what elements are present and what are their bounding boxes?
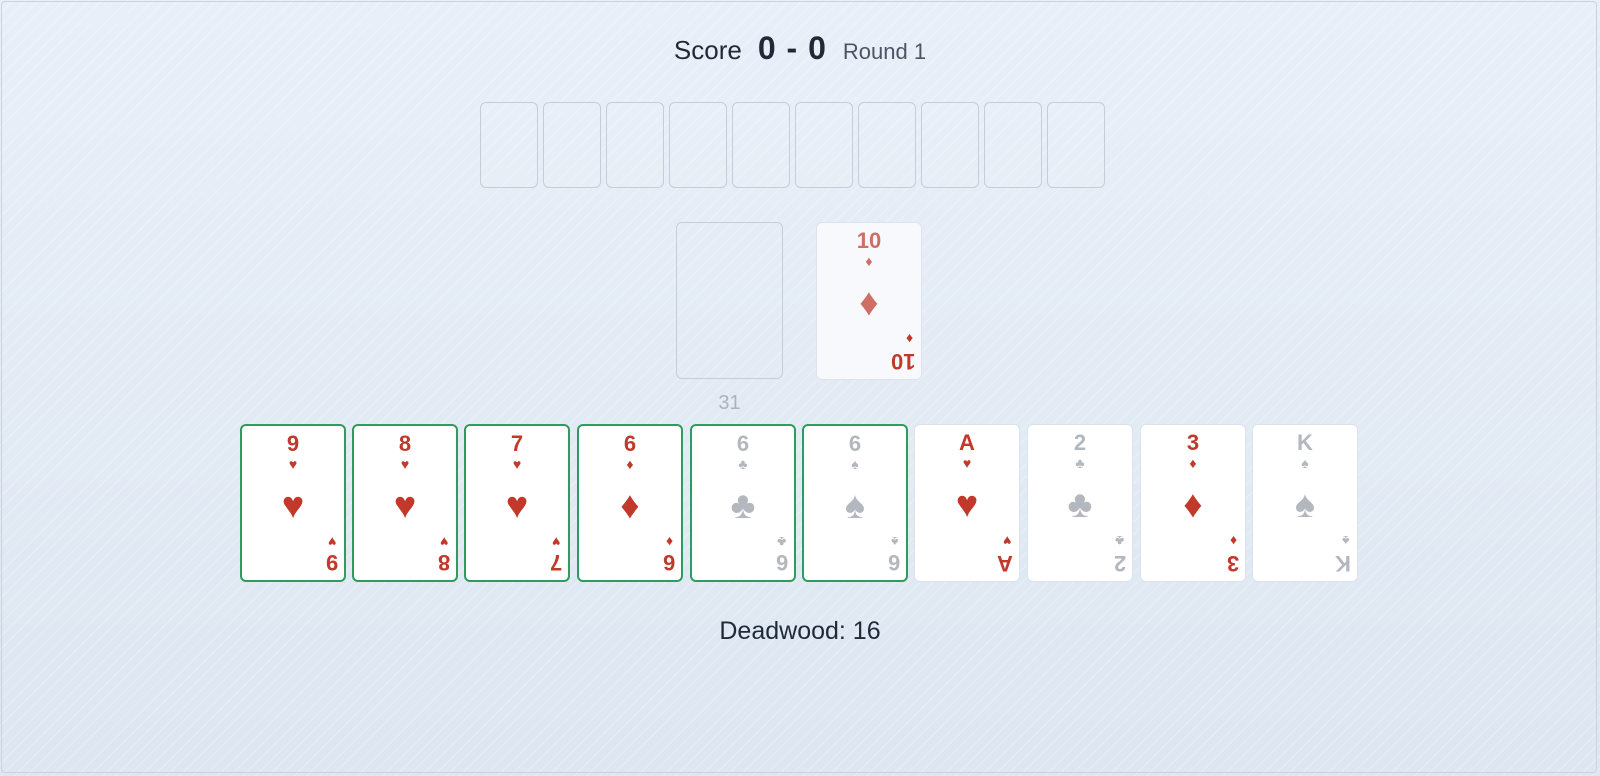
deadwood-count: Deadwood: 16 bbox=[719, 617, 881, 645]
card-rank: 7 bbox=[510, 431, 524, 456]
diamond-suit-icon: ♦ bbox=[1183, 484, 1203, 526]
stock-count: 31 bbox=[718, 392, 741, 414]
card-rank: 6 bbox=[848, 431, 862, 456]
card-rank-inverted: 8 bbox=[437, 550, 450, 575]
scoreboard: Score 0 - 0 Round 1 bbox=[0, 30, 1600, 78]
diamond-suit-icon: ♦ bbox=[665, 534, 673, 550]
diamond-suit-icon: ♦ bbox=[620, 485, 640, 527]
card-rank: 6 bbox=[736, 431, 750, 456]
spade-suit-icon: ♠ bbox=[1301, 455, 1309, 471]
opponent-hand bbox=[480, 102, 1105, 190]
hand-card[interactable]: A ♥ ♥ ♥ A bbox=[914, 424, 1020, 582]
score-value: 0 - 0 bbox=[757, 30, 827, 66]
opponent-card bbox=[732, 102, 790, 188]
club-suit-icon: ♣ bbox=[730, 485, 756, 527]
diamond-suit-icon: ♦ bbox=[905, 331, 913, 347]
card-rank: A bbox=[959, 430, 975, 455]
card-rank-inverted: 2 bbox=[1113, 551, 1126, 576]
spade-suit-icon: ♠ bbox=[851, 456, 859, 472]
card-rank: 8 bbox=[398, 431, 412, 456]
card-rank: 10 bbox=[856, 228, 882, 253]
hand-card[interactable]: 9 ♥ ♥ ♥ 9 bbox=[240, 424, 346, 582]
spade-suit-icon: ♠ bbox=[844, 485, 866, 527]
card-rank-inverted: 6 bbox=[662, 550, 675, 575]
opponent-card bbox=[1047, 102, 1105, 188]
opponent-card bbox=[543, 102, 601, 188]
card-rank-inverted: 10 bbox=[890, 349, 915, 374]
heart-suit-icon: ♥ bbox=[327, 534, 336, 550]
club-suit-icon: ♣ bbox=[776, 534, 786, 550]
club-suit-icon: ♣ bbox=[1067, 484, 1093, 526]
diamond-suit-icon: ♦ bbox=[626, 456, 634, 472]
hand-card[interactable]: 6 ♣ ♣ ♣ 6 bbox=[690, 424, 796, 582]
heart-suit-icon: ♥ bbox=[551, 534, 560, 550]
opponent-card bbox=[480, 102, 538, 188]
club-suit-icon: ♣ bbox=[738, 456, 748, 472]
opponent-card bbox=[984, 102, 1042, 188]
hand-card[interactable]: 7 ♥ ♥ ♥ 7 bbox=[464, 424, 570, 582]
round-label: Round 1 bbox=[842, 39, 927, 64]
card-rank-inverted: 6 bbox=[887, 550, 900, 575]
club-suit-icon: ♣ bbox=[1114, 533, 1124, 549]
diamond-suit-icon: ♦ bbox=[1229, 533, 1237, 549]
card-rank-inverted: A bbox=[997, 551, 1013, 576]
heart-suit-icon: ♥ bbox=[1002, 533, 1011, 549]
opponent-card bbox=[795, 102, 853, 188]
heart-suit-icon: ♥ bbox=[281, 485, 305, 527]
opponent-card bbox=[669, 102, 727, 188]
heart-suit-icon: ♥ bbox=[505, 485, 529, 527]
diamond-suit-icon: ♦ bbox=[1189, 455, 1197, 471]
card-rank-inverted: 7 bbox=[549, 550, 562, 575]
card-rank: 6 bbox=[623, 431, 637, 456]
card-rank: 2 bbox=[1073, 430, 1087, 455]
heart-suit-icon: ♥ bbox=[400, 456, 410, 472]
heart-suit-icon: ♥ bbox=[512, 456, 522, 472]
opponent-card bbox=[921, 102, 979, 188]
stock-pile[interactable] bbox=[676, 222, 783, 379]
card-rank: K bbox=[1297, 430, 1313, 455]
diamond-suit-icon: ♦ bbox=[859, 282, 879, 324]
hand-card[interactable]: 6 ♠ ♠ ♠ 6 bbox=[802, 424, 908, 582]
spade-suit-icon: ♠ bbox=[1294, 484, 1316, 526]
heart-suit-icon: ♥ bbox=[393, 485, 417, 527]
heart-suit-icon: ♥ bbox=[955, 484, 979, 526]
hand-card[interactable]: 6 ♦ ♦ ♦ 6 bbox=[577, 424, 683, 582]
opponent-card bbox=[606, 102, 664, 188]
hand-card[interactable]: 8 ♥ ♥ ♥ 8 bbox=[352, 424, 458, 582]
heart-suit-icon: ♥ bbox=[962, 455, 972, 471]
hand-card[interactable]: 3 ♦ ♦ ♦ 3 bbox=[1140, 424, 1246, 582]
spade-suit-icon: ♠ bbox=[1341, 533, 1349, 549]
card-rank: 9 bbox=[286, 431, 300, 456]
spade-suit-icon: ♠ bbox=[890, 534, 898, 550]
card-rank-inverted: 3 bbox=[1226, 551, 1239, 576]
card-rank: 3 bbox=[1186, 430, 1200, 455]
heart-suit-icon: ♥ bbox=[439, 534, 448, 550]
club-suit-icon: ♣ bbox=[1075, 455, 1085, 471]
hand-card[interactable]: K ♠ ♠ ♠ K bbox=[1252, 424, 1358, 582]
opponent-card bbox=[858, 102, 916, 188]
discard-pile-card[interactable]: 10 ♦ ♦ ♦ 10 bbox=[816, 222, 922, 380]
card-rank-inverted: K bbox=[1335, 551, 1351, 576]
hand-card[interactable]: 2 ♣ ♣ ♣ 2 bbox=[1027, 424, 1133, 582]
heart-suit-icon: ♥ bbox=[288, 456, 298, 472]
score-label: Score bbox=[673, 35, 742, 65]
card-rank-inverted: 6 bbox=[775, 550, 788, 575]
diamond-suit-icon: ♦ bbox=[865, 253, 873, 269]
card-rank-inverted: 9 bbox=[325, 550, 338, 575]
